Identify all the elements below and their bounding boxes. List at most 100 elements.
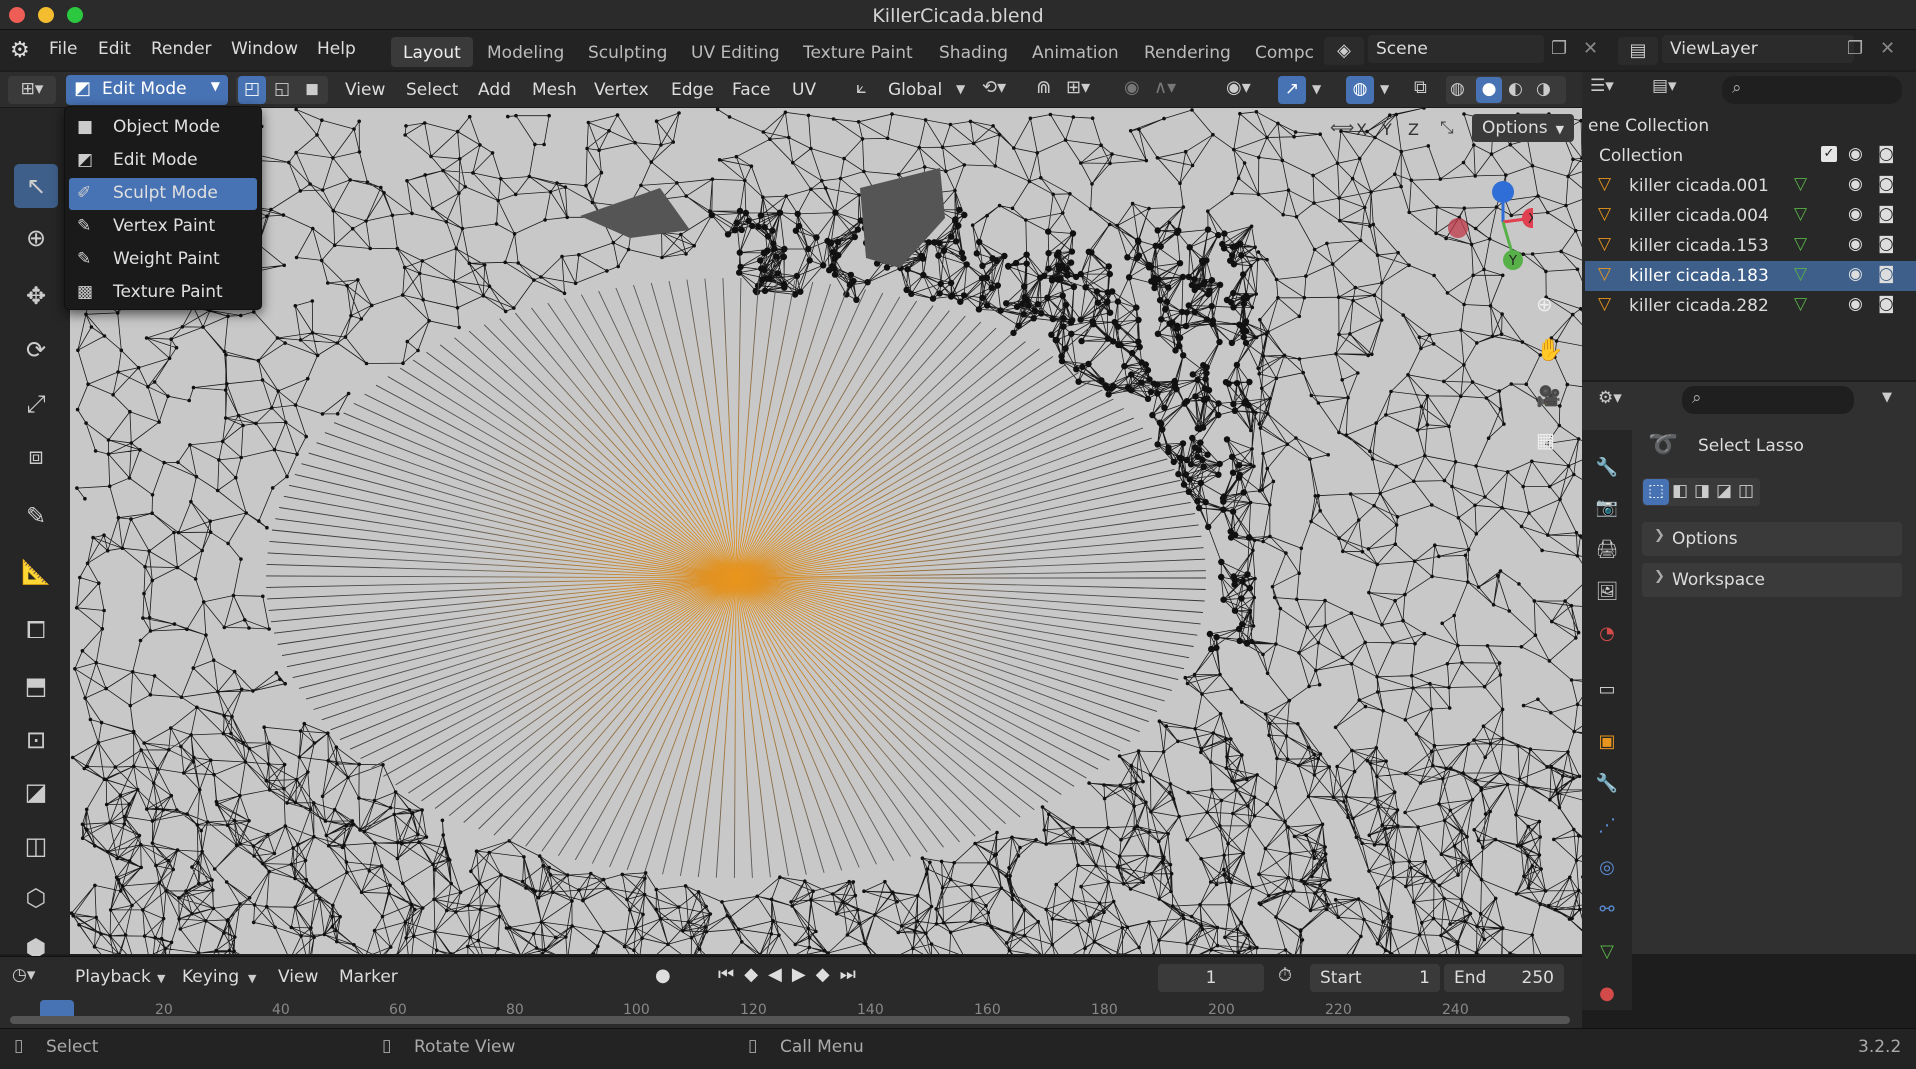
menu-edge[interactable]: Edge [671, 80, 714, 100]
measure-tool-icon[interactable]: 📐 [14, 550, 58, 594]
wireframe-shading-icon[interactable]: ◍ [1450, 79, 1465, 99]
menu-uv[interactable]: UV [792, 80, 816, 100]
menu-keying[interactable]: Keying [182, 967, 239, 987]
set-selection-icon[interactable]: ⬚ [1643, 479, 1669, 505]
edge-select-icon[interactable]: ◱ [268, 76, 296, 104]
camera-render-icon[interactable]: ◙ [1878, 294, 1895, 314]
properties-editor-type-icon[interactable]: ⚙▾ [1598, 388, 1648, 414]
outliner-item-killer-cicada-183[interactable]: killer cicada.183 [1585, 261, 1916, 291]
properties-search-input[interactable]: ⌕ [1682, 386, 1854, 414]
current-frame-field[interactable]: 1 [1158, 964, 1264, 992]
material-tab-icon[interactable]: ● [1594, 980, 1620, 1006]
menu-item-texture-paint[interactable]: ▩ Texture Paint [69, 277, 257, 309]
transform-tool-icon[interactable]: ⧈ [14, 434, 58, 478]
eye-icon[interactable]: ◉ [1848, 144, 1863, 164]
subtract-selection-icon[interactable]: ◨ [1694, 481, 1710, 501]
start-frame-field[interactable]: Start 1 [1310, 964, 1440, 992]
scene-selector-icon[interactable]: ◈ [1324, 37, 1364, 65]
data-tab-icon[interactable]: ▽ [1594, 938, 1620, 964]
mode-selector[interactable]: ◩ Edit Mode ▼ [66, 75, 228, 105]
outliner-item-killer-cicada-282[interactable]: killer cicada.282 [1585, 291, 1916, 321]
outliner-editor-type-icon[interactable]: ☰▾ [1590, 76, 1642, 104]
camera-icon[interactable]: 🎥 [1536, 384, 1561, 408]
overlays-icon[interactable]: ◍ [1346, 76, 1374, 104]
object-tab-icon[interactable]: ▣ [1594, 728, 1620, 754]
eye-icon[interactable]: ◉ [1848, 234, 1863, 254]
scene-field[interactable]: Scene [1368, 35, 1544, 63]
menu-item-weight-paint[interactable]: ✎ Weight Paint [69, 244, 257, 276]
tab-texture-paint[interactable]: Texture Paint [791, 37, 925, 67]
next-keyframe-icon[interactable]: ◆ [816, 964, 840, 985]
eye-icon[interactable]: ◉ [1848, 294, 1863, 314]
tab-layout[interactable]: Layout [391, 37, 473, 67]
menu-vertex[interactable]: Vertex [594, 80, 649, 100]
menu-render[interactable]: Render [151, 39, 212, 59]
snap-target-icon[interactable]: ⊞▾ [1066, 77, 1090, 98]
annotate-tool-icon[interactable]: ✎ [14, 494, 58, 538]
pivot-point-icon[interactable]: ⟲▾ [982, 77, 1006, 98]
delete-view-layer-icon[interactable]: ✕ [1880, 38, 1895, 59]
inset-tool-icon[interactable]: ⊡ [14, 718, 58, 762]
render-tab-icon[interactable]: 📷 [1594, 494, 1620, 520]
visibility-icon[interactable]: ◉▾ [1226, 77, 1251, 98]
add-cube-tool-icon[interactable]: ⧠ [14, 608, 58, 652]
menu-timeline-view[interactable]: View [278, 967, 318, 987]
axis-y-toggle[interactable]: Y [1382, 120, 1392, 139]
jump-start-icon[interactable]: ⏮ [718, 964, 744, 985]
constraints-tab-icon[interactable]: ⚯ [1594, 896, 1620, 922]
outliner-item-killer-cicada-153[interactable]: killer cicada.153 [1585, 231, 1916, 261]
navigation-gizmo[interactable]: X Y [1443, 178, 1564, 278]
collection-checkbox[interactable]: ✓ [1821, 146, 1837, 162]
camera-render-icon[interactable]: ◙ [1878, 204, 1895, 224]
outliner-item-killer-cicada-001[interactable]: killer cicada.001 [1585, 171, 1916, 201]
collection-row[interactable]: Collection [1585, 141, 1916, 171]
menu-add[interactable]: Add [478, 80, 511, 100]
scale-tool-icon[interactable]: ⤢ [14, 382, 58, 426]
stopwatch-icon[interactable]: ⏱ [1278, 965, 1292, 986]
eye-icon[interactable]: ◉ [1848, 264, 1863, 284]
snap-icon[interactable]: ⋒ [1036, 77, 1051, 98]
new-scene-icon[interactable]: ❐ [1551, 38, 1567, 59]
move-tool-icon[interactable]: ✥ [14, 274, 58, 318]
chevron-down-icon[interactable]: ▼ [1882, 390, 1892, 405]
timeline-scrollbar[interactable] [10, 1016, 1570, 1024]
mirror-icon[interactable]: ⟺ [1330, 118, 1354, 138]
tab-uv-editing[interactable]: UV Editing [679, 37, 792, 67]
extend-selection-icon[interactable]: ◧ [1672, 481, 1688, 501]
menu-mesh[interactable]: Mesh [532, 80, 577, 100]
prev-keyframe-icon[interactable]: ◆ [744, 964, 768, 985]
panel-options[interactable]: ❯ Options [1642, 522, 1902, 556]
proportional-edit-icon[interactable]: ◉ [1124, 77, 1140, 98]
tab-modeling[interactable]: Modeling [475, 37, 576, 67]
intersect-selection-icon[interactable]: ◫ [1738, 481, 1754, 501]
menu-playback[interactable]: Playback [75, 967, 151, 987]
view-layer-tab-icon[interactable]: 🖼 [1594, 578, 1620, 604]
eye-icon[interactable]: ◉ [1848, 174, 1863, 194]
view-layer-field[interactable]: ViewLayer [1662, 35, 1854, 63]
knife-tool-icon[interactable]: ⬡ [14, 876, 58, 920]
axis-z-toggle[interactable]: Z [1408, 120, 1419, 139]
editor-type-icon[interactable]: ⊞▾ [8, 76, 56, 104]
gizmo-icon[interactable]: ↗ [1278, 76, 1306, 104]
cursor-tool-icon[interactable]: ⊕ [14, 216, 58, 260]
camera-render-icon[interactable]: ◙ [1878, 234, 1895, 254]
transform-orientation-dropdown[interactable]: Global [888, 80, 942, 100]
axis-x-toggle[interactable]: X [1356, 120, 1367, 139]
bevel-tool-icon[interactable]: ◪ [14, 770, 58, 814]
menu-file[interactable]: File [49, 39, 77, 59]
invert-selection-icon[interactable]: ◪ [1716, 481, 1732, 501]
outliner-search-input[interactable]: ⌕ [1722, 76, 1902, 104]
chevron-down-icon[interactable]: ▼ [1312, 82, 1321, 96]
xray-icon[interactable]: ⧉ [1414, 77, 1427, 98]
blender-logo-icon[interactable]: ⚙ [10, 38, 36, 64]
menu-item-vertex-paint[interactable]: ✎ Vertex Paint [69, 211, 257, 243]
falloff-icon[interactable]: ∧▾ [1154, 77, 1176, 98]
eye-icon[interactable]: ◉ [1848, 204, 1863, 224]
camera-render-icon[interactable]: ◙ [1878, 144, 1895, 164]
rotate-tool-icon[interactable]: ⟳ [14, 328, 58, 372]
extrude-tool-icon[interactable]: ⬒ [14, 664, 58, 708]
solid-shading-icon[interactable]: ● [1476, 77, 1502, 103]
menu-help[interactable]: Help [317, 39, 356, 59]
view-layer-selector-icon[interactable]: ▤ [1618, 37, 1658, 65]
collection-tab-icon[interactable]: ▭ [1594, 676, 1620, 702]
